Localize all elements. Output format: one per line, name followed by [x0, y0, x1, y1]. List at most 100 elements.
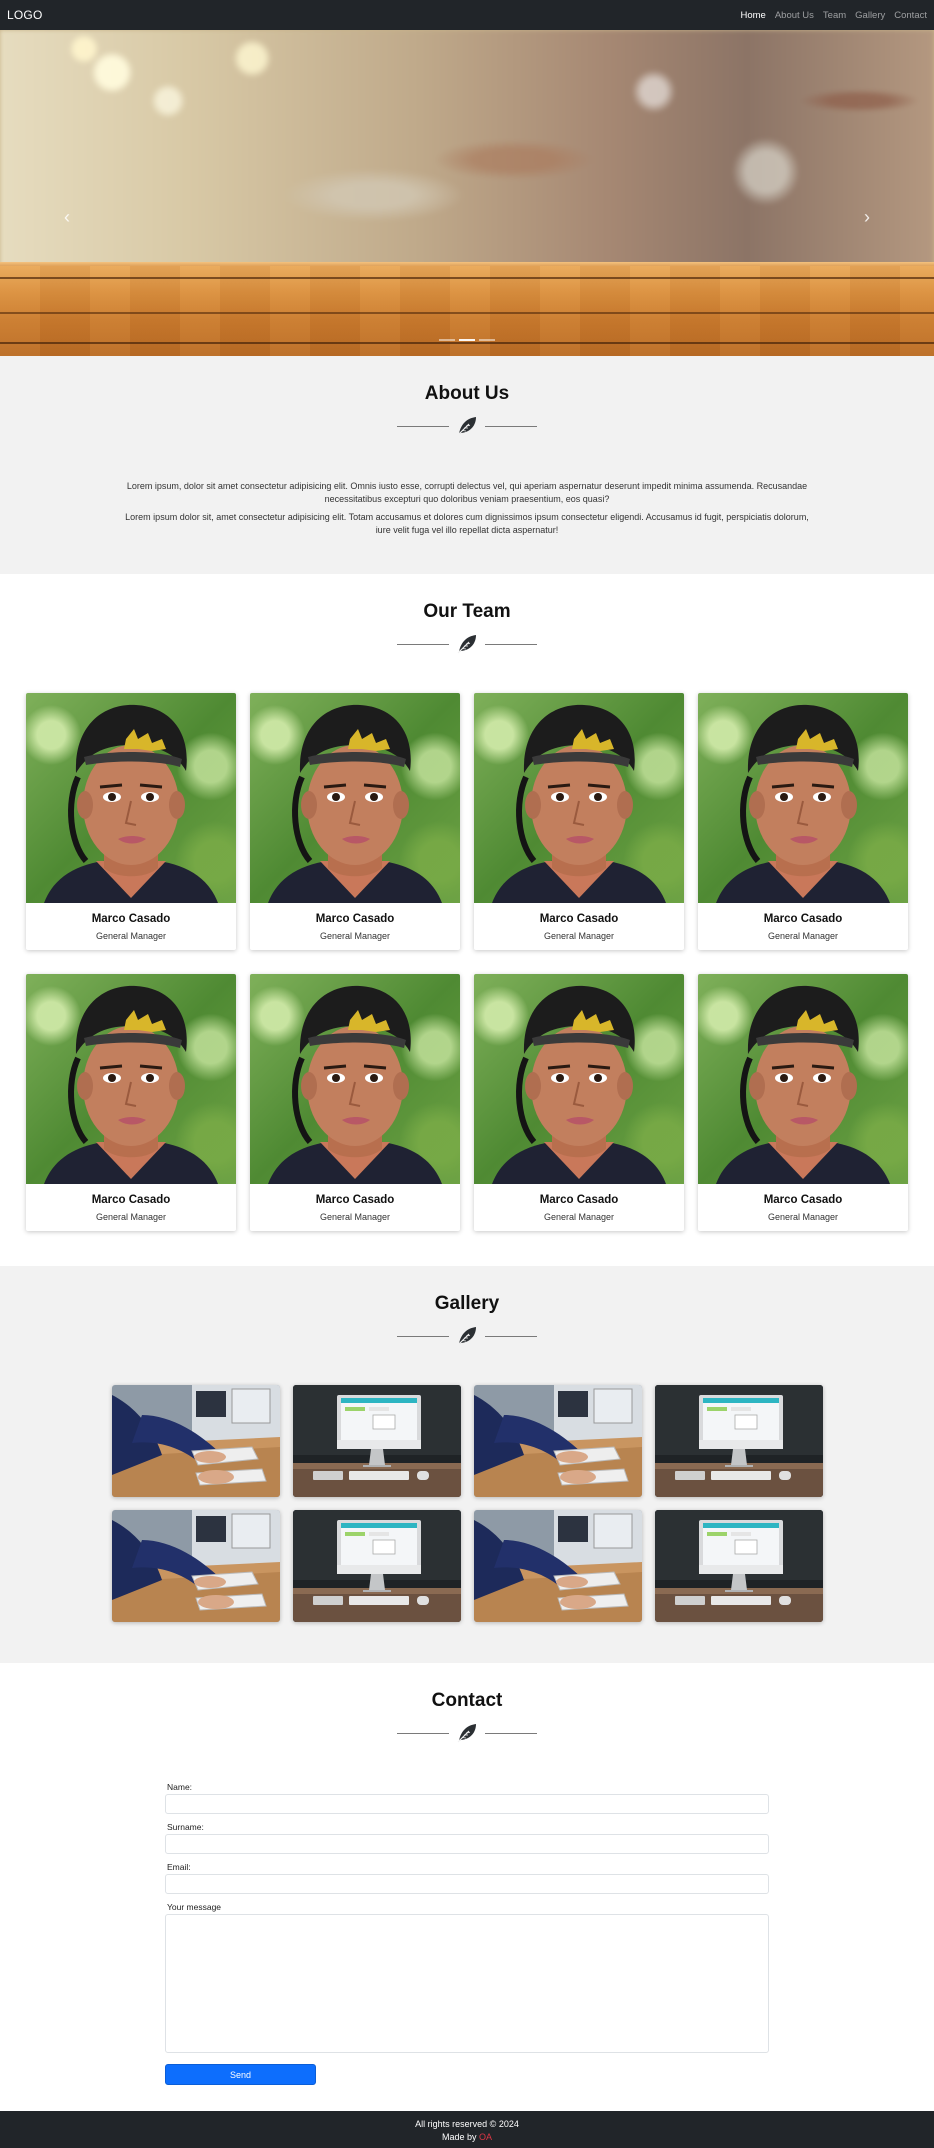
message-label: Your message — [167, 1902, 222, 1912]
divider-line — [485, 1335, 537, 1337]
leaf-icon — [457, 417, 476, 436]
hero-carousel: ‹ › — [0, 30, 934, 356]
gallery-image-desk-typing[interactable] — [111, 1510, 280, 1622]
nav-link-about-us[interactable]: About Us — [775, 10, 814, 21]
team-member-name: Marco Casado — [91, 1194, 171, 1206]
divider-line — [397, 425, 449, 427]
gallery-image-desktop-computer[interactable] — [654, 1385, 823, 1497]
section-divider — [0, 415, 934, 437]
portrait-illustration — [716, 985, 890, 1184]
team-title: Our Team — [423, 601, 511, 622]
gallery-section: Gallery — [0, 1266, 934, 1663]
divider-line — [397, 643, 449, 645]
team-member-photo — [250, 693, 460, 903]
team-member-name: Marco Casado — [539, 913, 619, 925]
carousel-indicators — [0, 339, 934, 341]
portrait-illustration — [716, 704, 890, 903]
desktop-computer-illustration — [654, 1510, 823, 1622]
surname-label: Surname: — [167, 1822, 204, 1832]
contact-form: Name: Surname: Email: Your message Send — [165, 1782, 769, 2085]
name-input[interactable] — [165, 1794, 769, 1814]
team-member-role: General Manager — [319, 1212, 391, 1222]
team-member-photo — [26, 974, 236, 1184]
surname-input[interactable] — [165, 1834, 769, 1854]
nav-links: Home About Us Team Gallery Contact — [741, 10, 928, 21]
desktop-computer-illustration — [292, 1385, 461, 1497]
footer-rights: All rights reserved © 2024 — [415, 2119, 519, 2129]
team-card: Marco Casado General Manager — [474, 974, 684, 1231]
team-card: Marco Casado General Manager — [26, 974, 236, 1231]
nav-link-team[interactable]: Team — [823, 10, 846, 21]
team-member-photo — [26, 693, 236, 903]
portrait-illustration — [44, 985, 218, 1184]
section-divider — [0, 1325, 934, 1347]
team-member-photo — [474, 693, 684, 903]
carousel-indicator-2[interactable] — [459, 339, 475, 341]
team-member-name: Marco Casado — [91, 913, 171, 925]
portrait-illustration — [44, 704, 218, 903]
portrait-illustration — [268, 985, 442, 1184]
contact-title: Contact — [431, 1690, 503, 1711]
divider-line — [397, 1335, 449, 1337]
footer-made-by-prefix: Made by — [441, 2132, 479, 2142]
gallery-image-desktop-computer[interactable] — [654, 1510, 823, 1622]
team-grid: Marco Casado General Manager Marco Casad… — [26, 693, 908, 1231]
about-title: About Us — [424, 383, 510, 404]
team-member-name: Marco Casado — [315, 1194, 395, 1206]
gallery-image-desk-typing[interactable] — [111, 1385, 280, 1497]
team-member-role: General Manager — [767, 931, 839, 941]
chevron-right-icon[interactable]: › — [864, 208, 870, 226]
desktop-computer-illustration — [654, 1385, 823, 1497]
navbar: LOGO Home About Us Team Gallery Contact — [0, 0, 934, 30]
gallery-image-desk-typing[interactable] — [473, 1510, 642, 1622]
hero-wooden-table — [0, 266, 934, 356]
nav-link-home[interactable]: Home — [741, 10, 766, 21]
send-button[interactable]: Send — [165, 2064, 316, 2085]
team-member-photo — [698, 974, 908, 1184]
chevron-left-icon[interactable]: ‹ — [64, 208, 70, 226]
portrait-illustration — [268, 704, 442, 903]
team-member-role: General Manager — [543, 931, 615, 941]
gallery-image-desktop-computer[interactable] — [292, 1385, 461, 1497]
team-card: Marco Casado General Manager — [474, 693, 684, 950]
hero-background-image — [0, 30, 934, 266]
team-member-name: Marco Casado — [315, 913, 395, 925]
leaf-icon — [457, 1327, 476, 1346]
message-textarea[interactable] — [165, 1914, 769, 2053]
email-input[interactable] — [165, 1874, 769, 1894]
footer-made-by: Made by OA — [0, 2131, 934, 2144]
team-card: Marco Casado General Manager — [26, 693, 236, 950]
desk-typing-illustration — [473, 1385, 642, 1497]
leaf-icon — [457, 1724, 476, 1743]
team-member-role: General Manager — [95, 1212, 167, 1222]
logo[interactable]: LOGO — [7, 8, 42, 22]
nav-link-gallery[interactable]: Gallery — [855, 10, 885, 21]
divider-line — [397, 1732, 449, 1734]
name-label: Name: — [167, 1782, 193, 1792]
gallery-grid — [111, 1385, 823, 1622]
team-member-role: General Manager — [767, 1212, 839, 1222]
nav-link-contact[interactable]: Contact — [894, 10, 927, 21]
team-member-photo — [698, 693, 908, 903]
desktop-computer-illustration — [292, 1510, 461, 1622]
team-member-name: Marco Casado — [539, 1194, 619, 1206]
team-member-role: General Manager — [319, 931, 391, 941]
carousel-indicator-3[interactable] — [479, 339, 495, 341]
team-member-name: Marco Casado — [763, 1194, 843, 1206]
team-card: Marco Casado General Manager — [250, 974, 460, 1231]
divider-line — [485, 643, 537, 645]
gallery-image-desktop-computer[interactable] — [292, 1510, 461, 1622]
carousel-indicator-1[interactable] — [439, 339, 455, 341]
gallery-image-desk-typing[interactable] — [473, 1385, 642, 1497]
about-paragraph-2: Lorem ipsum dolor sit, amet consectetur … — [125, 512, 809, 535]
footer: All rights reserved © 2024 Made by OA — [0, 2111, 934, 2148]
about-text: Lorem ipsum, dolor sit amet consectetur … — [117, 480, 817, 537]
desk-typing-illustration — [473, 1510, 642, 1622]
footer-author[interactable]: OA — [479, 2132, 492, 2142]
team-member-role: General Manager — [95, 931, 167, 941]
team-member-photo — [474, 974, 684, 1184]
about-paragraph-1: Lorem ipsum, dolor sit amet consectetur … — [126, 481, 808, 504]
portrait-illustration — [492, 704, 666, 903]
gallery-title: Gallery — [434, 1293, 500, 1314]
team-card: Marco Casado General Manager — [250, 693, 460, 950]
